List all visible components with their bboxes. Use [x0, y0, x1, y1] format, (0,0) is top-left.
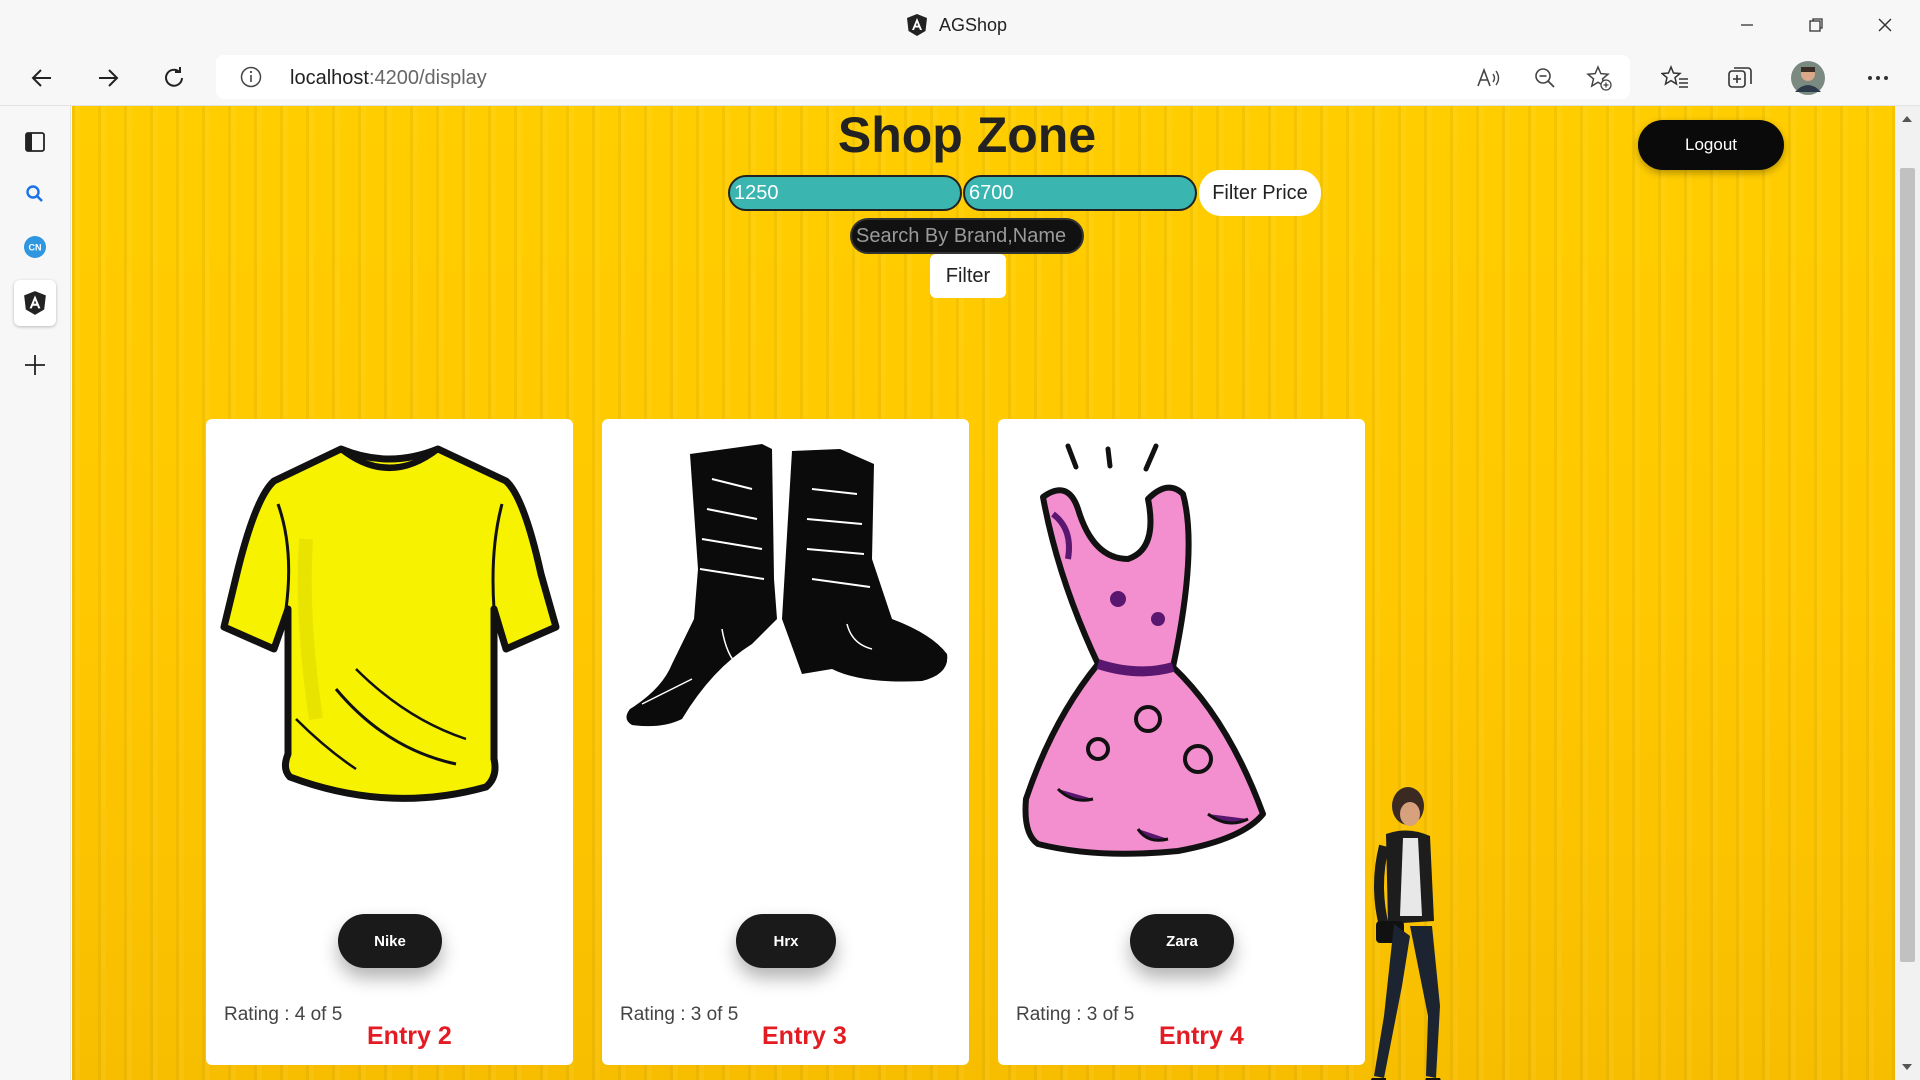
forward-button[interactable]	[92, 62, 124, 94]
plus-icon	[25, 355, 45, 375]
rating-text: Rating : 3 of 5	[1016, 1004, 1135, 1025]
window-title-group: AGShop	[905, 12, 1007, 38]
sidebar-item-angular-app[interactable]	[14, 280, 56, 326]
page-viewport: Shop Zone Filter Price Filter Logout Nik…	[72, 106, 1895, 1080]
restore-button[interactable]	[1801, 10, 1831, 40]
entry-label: Entry 2	[367, 1022, 452, 1050]
url-host: localhost	[290, 67, 369, 89]
filter-price-button[interactable]: Filter Price	[1199, 170, 1321, 216]
sidebar-item-tabs[interactable]	[14, 121, 56, 163]
favorites-icon	[1661, 65, 1688, 88]
zoom-out-icon	[1535, 68, 1555, 88]
scroll-up-arrow[interactable]	[1902, 116, 1912, 122]
min-price-input[interactable]	[728, 175, 962, 211]
arrow-right-icon	[99, 69, 119, 87]
sidebar-item-add[interactable]	[14, 344, 56, 386]
url-text[interactable]: localhost:4200/display	[290, 67, 487, 90]
add-favorite-button[interactable]	[1586, 65, 1612, 91]
close-icon	[1878, 18, 1892, 32]
logout-button[interactable]: Logout	[1638, 120, 1784, 170]
url-path: :4200/display	[368, 67, 487, 89]
read-aloud-icon	[1477, 67, 1500, 87]
read-aloud-button[interactable]	[1476, 65, 1502, 91]
navigation-bar: localhost:4200/display	[0, 50, 1920, 106]
tab-actions-icon	[25, 132, 45, 152]
window-title: AGShop	[939, 14, 1008, 35]
sidebar-item-collections[interactable]: CN	[14, 226, 56, 268]
zoom-out-button[interactable]	[1532, 65, 1558, 91]
restore-icon	[1809, 18, 1823, 32]
info-icon[interactable]	[240, 66, 262, 88]
page-title: Shop Zone	[837, 107, 1097, 163]
profile-avatar[interactable]	[1788, 58, 1828, 98]
star-add-icon	[1586, 65, 1612, 91]
walking-woman-image	[1370, 787, 1441, 1080]
refresh-icon	[165, 67, 183, 87]
pink-dress-image	[1022, 443, 1266, 857]
black-boots-image	[626, 444, 948, 727]
angular-icon	[24, 291, 46, 315]
page-scrollbar[interactable]	[1895, 106, 1920, 1080]
collections-button[interactable]	[1724, 62, 1756, 94]
brand-button[interactable]: Zara	[1130, 914, 1234, 968]
filter-button[interactable]: Filter	[930, 254, 1006, 298]
product-card: Zara Rating : 3 of 5 Entry 4	[998, 419, 1365, 1065]
rating-text: Rating : 4 of 5	[224, 1004, 343, 1025]
product-card: Hrx Rating : 3 of 5 Entry 3	[602, 419, 969, 1065]
title-bar: AGShop	[0, 0, 1920, 50]
sidebar-item-search[interactable]	[14, 173, 56, 215]
scroll-thumb[interactable]	[1900, 168, 1915, 962]
back-button[interactable]	[26, 62, 58, 94]
svg-text:CN: CN	[29, 243, 42, 253]
more-icon	[1868, 76, 1888, 80]
brand-button[interactable]: Hrx	[736, 914, 836, 968]
search-input[interactable]	[850, 218, 1084, 254]
minimize-icon	[1741, 24, 1753, 26]
address-bar[interactable]: localhost:4200/display	[216, 55, 1630, 99]
max-price-input[interactable]	[963, 175, 1197, 211]
minimize-button[interactable]	[1732, 10, 1762, 40]
yellow-tshirt-image	[220, 445, 560, 802]
collections-icon	[1728, 67, 1752, 88]
cn-badge-icon: CN	[24, 236, 46, 258]
entry-label: Entry 4	[1159, 1022, 1244, 1050]
scroll-down-arrow[interactable]	[1902, 1064, 1912, 1070]
entry-label: Entry 3	[762, 1022, 847, 1050]
refresh-button[interactable]	[158, 62, 190, 94]
angular-logo-icon	[907, 14, 927, 36]
avatar-icon	[1791, 61, 1825, 95]
rating-text: Rating : 3 of 5	[620, 1004, 739, 1025]
favorites-button[interactable]	[1659, 62, 1691, 94]
browser-sidebar: CN	[0, 106, 71, 1080]
close-window-button[interactable]	[1870, 10, 1900, 40]
brand-button[interactable]: Nike	[338, 914, 442, 968]
settings-menu-button[interactable]	[1862, 62, 1894, 94]
product-card: Nike Rating : 4 of 5 Entry 2	[206, 419, 573, 1065]
arrow-left-icon	[31, 69, 51, 87]
search-icon	[26, 185, 43, 202]
